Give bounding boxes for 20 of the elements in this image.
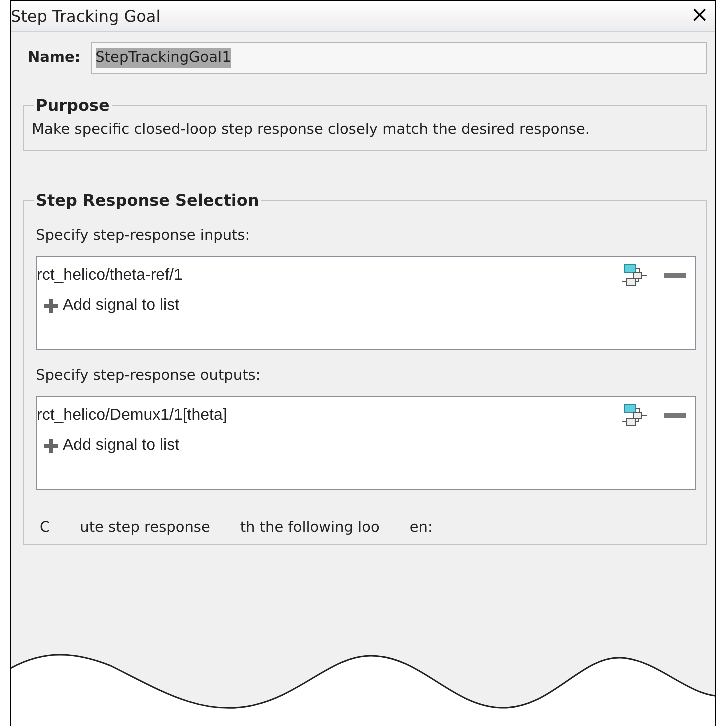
group-title: Purpose	[35, 96, 111, 115]
add-signal-link[interactable]: Add signal to list	[43, 437, 180, 456]
name-label: Name:	[28, 50, 81, 66]
purpose-text: Make specific closed-loop step response closely match the desired response.	[32, 121, 592, 140]
signal-item[interactable]: rct_helico/theta-ref/1	[37, 267, 183, 286]
plus-icon	[43, 438, 59, 454]
loops-label-fragment: C	[40, 520, 50, 536]
add-signal-link[interactable]: Add signal to list	[43, 297, 180, 316]
plus-icon	[43, 298, 59, 314]
loops-label-fragment: th the following loo	[240, 520, 380, 536]
signal-item[interactable]: rct_helico/Demux1/1[theta]	[37, 407, 228, 426]
name-value: StepTrackingGoal1	[96, 48, 232, 68]
group-title: Step Response Selection	[35, 191, 260, 210]
close-button[interactable]: ×	[686, 5, 713, 27]
loops-label-fragment: en:	[410, 520, 433, 536]
loops-label-fragment: ute step response	[80, 520, 210, 536]
name-field[interactable]: StepTrackingGoal1	[90, 42, 707, 74]
list-label: Specify step-response outputs:	[36, 368, 262, 384]
list-label: Specify step-response inputs:	[36, 228, 252, 244]
window-title: Step Tracking Goal	[11, 6, 161, 26]
